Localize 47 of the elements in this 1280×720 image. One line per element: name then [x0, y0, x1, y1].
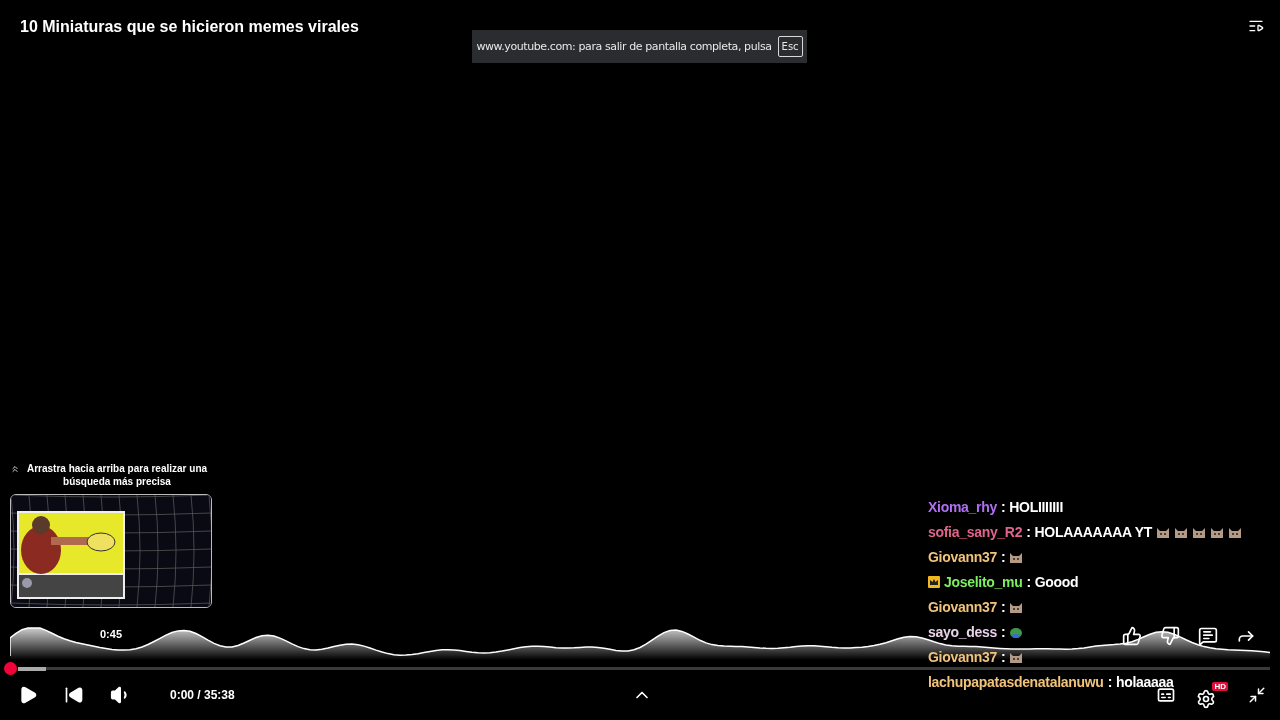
chat-message: HOLAAAAAAA YT	[1034, 524, 1152, 540]
previous-button[interactable]	[64, 685, 84, 705]
cat-emoji-icon	[1191, 525, 1206, 539]
progress-thumb[interactable]	[4, 662, 17, 675]
chat-message: Goood	[1034, 574, 1079, 590]
like-button[interactable]	[1122, 626, 1142, 646]
chat-message: holaaaaa	[1116, 674, 1174, 690]
chat-author: Xioma_rhy	[928, 499, 997, 515]
settings-button[interactable]: HD	[1196, 681, 1228, 709]
chat-author: Giovann37	[928, 599, 997, 615]
chat-author: sofia_sany_R2	[928, 524, 1023, 540]
cat-emoji-icon	[1227, 525, 1242, 539]
play-button[interactable]	[18, 685, 38, 705]
cat-emoji-icon	[1009, 550, 1024, 564]
chat-message: HOLIIIIIII	[1009, 499, 1064, 515]
exit-fullscreen-button[interactable]	[1248, 686, 1266, 704]
video-title: 10 Miniaturas que se hicieron memes virales	[20, 18, 359, 36]
esc-key: Esc	[777, 36, 803, 57]
chat-separator: :	[1000, 599, 1006, 615]
chat-author: Giovann37	[928, 549, 997, 565]
cat-emoji-icon	[1173, 525, 1188, 539]
chat-separator: :	[1026, 574, 1031, 590]
drag-hint: Arrastra hacia arriba para realizar una búsqueda más precisa	[25, 462, 209, 488]
time-display: 0:00 / 35:38	[170, 688, 235, 702]
chat-separator: :	[1107, 674, 1112, 690]
chat-author: sayo_dess	[928, 624, 997, 640]
cat-emoji-icon	[1155, 525, 1170, 539]
playlist-icon[interactable]	[1248, 18, 1264, 34]
cat-emoji-icon	[1009, 600, 1024, 614]
chat-author: Joselito_mu	[944, 574, 1023, 590]
preview-time: 0:45	[100, 628, 122, 640]
cat-emoji-icon	[1209, 525, 1224, 539]
chat-separator: :	[1026, 524, 1031, 540]
subtitles-button[interactable]	[1156, 685, 1176, 705]
chat-separator: :	[1000, 624, 1006, 640]
chat-separator: :	[1000, 549, 1006, 565]
chat-author: Giovann37	[928, 649, 997, 665]
cat-emoji-icon	[1009, 650, 1024, 664]
chat-author: lachupapatasdenatalanuwu	[928, 674, 1104, 690]
chat-separator: :	[1000, 499, 1006, 515]
comments-button[interactable]	[1198, 626, 1218, 646]
notice-text: www.youtube.com: para salir de pantalla completa, pulsa	[476, 40, 772, 53]
progress-track[interactable]	[18, 667, 1270, 670]
dislike-button[interactable]	[1160, 626, 1180, 646]
chat-separator: :	[1000, 649, 1006, 665]
hd-badge: HD	[1212, 681, 1228, 691]
chevrons-up-icon	[10, 464, 20, 474]
